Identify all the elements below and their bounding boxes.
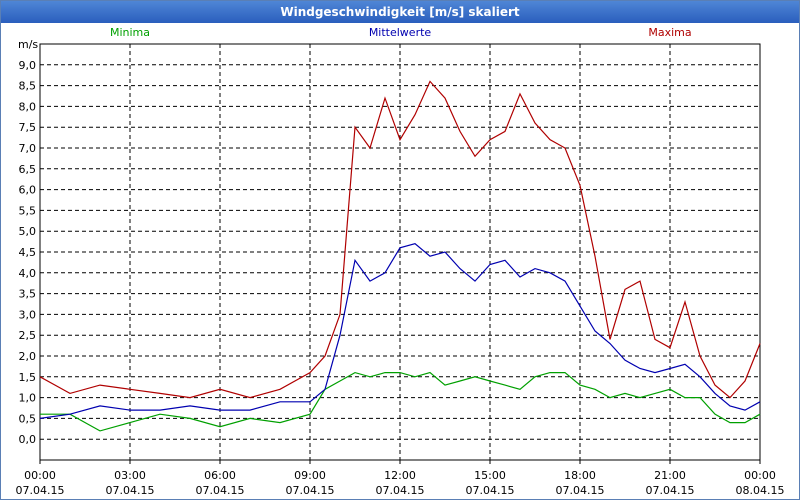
legend-maxima: Maxima bbox=[648, 26, 691, 39]
y-tick-label: 4,5 bbox=[19, 246, 37, 259]
x-tick-date: 07.04.15 bbox=[376, 484, 425, 497]
x-tick-time: 03:00 bbox=[114, 469, 146, 482]
y-tick-label: 5,0 bbox=[19, 225, 37, 238]
y-tick-label: 2,0 bbox=[19, 350, 37, 363]
x-tick-time: 00:00 bbox=[744, 469, 776, 482]
y-tick-label: 8,0 bbox=[19, 100, 37, 113]
y-tick-label: 6,0 bbox=[19, 184, 37, 197]
x-tick-time: 21:00 bbox=[654, 469, 686, 482]
grid bbox=[40, 44, 760, 460]
x-tick-time: 15:00 bbox=[474, 469, 506, 482]
y-tick-label: 0,0 bbox=[19, 433, 37, 446]
x-tick-date: 07.04.15 bbox=[286, 484, 335, 497]
y-tick-label: 4,0 bbox=[19, 267, 37, 280]
y-tick-label: 0,5 bbox=[19, 412, 37, 425]
y-tick-label: 3,5 bbox=[19, 288, 37, 301]
y-tick-label: 1,5 bbox=[19, 371, 37, 384]
legend: Minima Mittelwerte Maxima bbox=[110, 26, 692, 39]
x-tick-time: 18:00 bbox=[564, 469, 596, 482]
x-tick-time: 00:00 bbox=[24, 469, 56, 482]
y-tick-label: 8,5 bbox=[19, 80, 37, 93]
x-tick-date: 07.04.15 bbox=[196, 484, 245, 497]
y-tick-label: 9,0 bbox=[19, 59, 37, 72]
y-axis-label: m/s bbox=[18, 38, 38, 51]
x-tick-time: 09:00 bbox=[294, 469, 326, 482]
x-tick-time: 06:00 bbox=[204, 469, 236, 482]
x-tick-time: 12:00 bbox=[384, 469, 416, 482]
legend-minima: Minima bbox=[110, 26, 150, 39]
x-tick-date: 07.04.15 bbox=[466, 484, 515, 497]
y-tick-label: 5,5 bbox=[19, 204, 37, 217]
y-tick-label: 7,5 bbox=[19, 121, 37, 134]
wind-speed-chart: 0,0 0,5 1,0 1,5 2,0 2,5 3,0 3,5 4,0 4,5 5,0 5,5 6,0 6… bbox=[16, 26, 785, 497]
y-tick-label: 3,0 bbox=[19, 308, 37, 321]
y-tick-label: 2,5 bbox=[19, 329, 37, 342]
legend-mittelwerte: Mittelwerte bbox=[369, 26, 432, 39]
y-tick-label: 6,5 bbox=[19, 163, 37, 176]
x-tick-date: 07.04.15 bbox=[106, 484, 155, 497]
x-tick-date: 07.04.15 bbox=[556, 484, 605, 497]
y-tick-label: 7,0 bbox=[19, 142, 37, 155]
x-tick-date: 07.04.15 bbox=[646, 484, 695, 497]
y-tick-label: 1,0 bbox=[19, 392, 37, 405]
x-tick-date: 07.04.15 bbox=[16, 484, 65, 497]
x-tick-date: 08.04.15 bbox=[736, 484, 785, 497]
